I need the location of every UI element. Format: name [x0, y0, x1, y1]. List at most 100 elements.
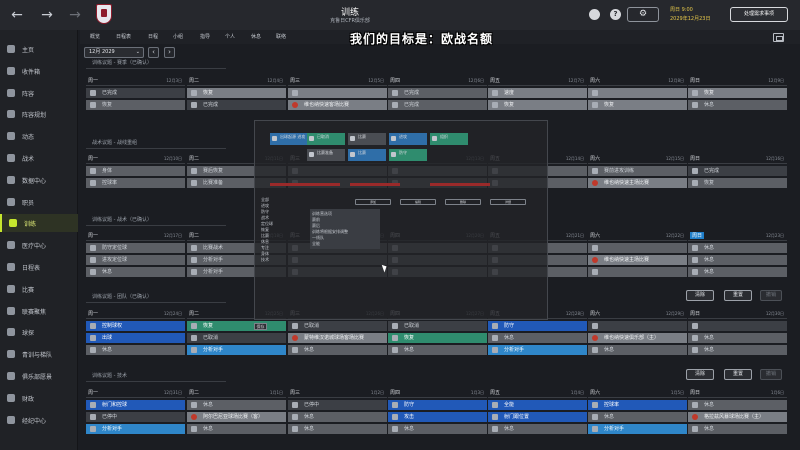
session-cell[interactable]: 已取消	[288, 321, 387, 331]
tab-item[interactable]: 休息	[251, 33, 261, 40]
session-cell[interactable]: 休息	[688, 345, 787, 355]
session-cell[interactable]: 控制球权	[86, 321, 185, 331]
overlay-session-cell[interactable]: 组织	[430, 133, 468, 145]
session-cell[interactable]	[588, 88, 687, 98]
forward-arrow-icon[interactable]: →	[38, 6, 56, 24]
overlay-session-cell[interactable]: 已取消	[307, 133, 345, 145]
tab-item[interactable]: 日程表	[116, 33, 131, 40]
overlay-button[interactable]: 删除	[445, 199, 481, 205]
session-cell[interactable]: 已停中	[86, 412, 185, 422]
group-action-button[interactable]: 撤销	[760, 290, 782, 301]
session-cell[interactable]: 恢复	[388, 333, 487, 343]
group-action-button[interactable]: 清除	[686, 290, 714, 301]
session-cell[interactable]: 格拉兹风暴球场比赛（主）	[688, 412, 787, 422]
session-cell[interactable]: 速度	[488, 88, 587, 98]
session-cell[interactable]: 阿尔巴尼亚球场比赛（客）	[187, 412, 286, 422]
tab-item[interactable]: 日程	[148, 33, 158, 40]
notification-icon[interactable]	[589, 9, 600, 20]
session-cell[interactable]: 已完成	[388, 88, 487, 98]
overlay-save-tag[interactable]: 保存	[254, 323, 267, 330]
sidebar-item[interactable]: 俱乐部愿景	[0, 367, 78, 385]
overlay-session-cell[interactable]: 进攻	[389, 133, 427, 145]
tab-item[interactable]: 概览	[90, 33, 100, 40]
sidebar-item[interactable]: 联赛聚焦	[0, 302, 78, 320]
overlay-button[interactable]: 添加	[355, 199, 391, 205]
session-cell[interactable]: 全能	[488, 400, 587, 410]
session-cell[interactable]: 分析对手	[488, 345, 587, 355]
session-cell[interactable]: 已完成	[187, 100, 286, 110]
overlay-button[interactable]: 编辑	[400, 199, 436, 205]
session-cell[interactable]: 维也纳快速主场比赛	[588, 178, 687, 188]
session-cell[interactable]: 休息	[488, 424, 587, 434]
session-cell[interactable]: 分析对手	[187, 345, 286, 355]
session-cell[interactable]: 休息	[488, 333, 587, 343]
session-cell[interactable]: 休息	[86, 345, 185, 355]
session-cell[interactable]: 射门和控球	[86, 400, 185, 410]
session-cell[interactable]	[288, 88, 387, 98]
session-cell[interactable]: 休息	[288, 424, 387, 434]
group-action-button[interactable]: 重置	[724, 369, 752, 380]
session-cell[interactable]	[588, 243, 687, 253]
session-cell[interactable]	[588, 267, 687, 277]
session-cell[interactable]: 休息	[187, 400, 286, 410]
sidebar-item[interactable]: 日程表	[0, 258, 78, 276]
session-cell[interactable]: 防守定位球	[86, 243, 185, 253]
overlay-session-cell[interactable]: 比赛准备	[307, 149, 345, 161]
session-cell[interactable]: 已取消	[187, 333, 286, 343]
sidebar-item[interactable]: 阵容规划	[0, 105, 78, 123]
session-cell[interactable]: 休息	[187, 424, 286, 434]
continue-button[interactable]: 处理需求事项	[730, 7, 788, 22]
layout-icon[interactable]	[773, 33, 784, 42]
session-cell[interactable]: 已完成	[388, 100, 487, 110]
sidebar-item[interactable]: 财政	[0, 389, 78, 407]
session-cell[interactable]: 已完成	[86, 88, 185, 98]
session-cell[interactable]: 已取消	[388, 321, 487, 331]
session-cell[interactable]: 休息	[288, 345, 387, 355]
session-cell[interactable]	[688, 321, 787, 331]
group-header[interactable]: 训练议题 - 技术	[86, 370, 226, 382]
group-action-button[interactable]: 重置	[724, 290, 752, 301]
session-cell[interactable]: 攻击	[388, 412, 487, 422]
session-cell[interactable]: 休息	[688, 255, 787, 265]
session-cell[interactable]: 射门跟位置	[488, 412, 587, 422]
sidebar-item[interactable]: 数据中心	[0, 171, 78, 189]
session-cell[interactable]: 已完成	[688, 166, 787, 176]
overlay-popup-item[interactable]: 全能	[312, 241, 378, 247]
overlay-button[interactable]: 详细	[490, 199, 526, 205]
club-crest-icon[interactable]	[96, 4, 112, 24]
session-cell[interactable]: 休息	[388, 424, 487, 434]
session-cell[interactable]: 恢复	[187, 88, 286, 98]
overlay-session-cell[interactable]: 防守	[389, 149, 427, 161]
session-cell[interactable]: 出球	[86, 333, 185, 343]
session-cell[interactable]: 防守	[488, 321, 587, 331]
session-cell[interactable]: 已停中	[288, 400, 387, 410]
session-cell[interactable]: 维也纳快速客场比赛	[288, 100, 387, 110]
session-cell[interactable]: 防守	[388, 400, 487, 410]
group-action-button[interactable]: 撤销	[760, 369, 782, 380]
session-cell[interactable]: 控球率	[588, 400, 687, 410]
session-cell[interactable]: 进攻定位球	[86, 255, 185, 265]
overlay-session-cell[interactable]: 出球起源 进攻	[270, 133, 308, 145]
sidebar-item[interactable]: 医疗中心	[0, 236, 78, 254]
session-cell[interactable]: 分析对手	[86, 424, 185, 434]
sidebar-item[interactable]: 职员	[0, 193, 78, 211]
session-cell[interactable]	[588, 321, 687, 331]
session-cell[interactable]: 恢复	[688, 88, 787, 98]
sidebar-item[interactable]: 青训与梯队	[0, 345, 78, 363]
session-cell[interactable]: 控球率	[86, 178, 185, 188]
session-cell[interactable]: 休息	[688, 400, 787, 410]
session-cell[interactable]: 休息	[688, 100, 787, 110]
session-cell[interactable]: 赛前进攻训练	[588, 166, 687, 176]
group-action-button[interactable]: 清除	[686, 369, 714, 380]
session-cell[interactable]: 休息	[388, 345, 487, 355]
back-arrow-icon[interactable]: ←	[8, 6, 26, 24]
sidebar-item[interactable]: 阵容	[0, 84, 78, 102]
session-cell[interactable]: 恢复	[488, 100, 587, 110]
sidebar-item[interactable]: 主页	[0, 40, 78, 58]
help-icon[interactable]: ?	[610, 9, 621, 20]
group-header[interactable]: 训练议题 - 战术（已确认）	[86, 214, 226, 226]
sidebar-item[interactable]: 收件箱	[0, 62, 78, 80]
tab-item[interactable]: 小组	[173, 33, 183, 40]
session-cell[interactable]: 休息	[86, 267, 185, 277]
sidebar-item[interactable]: 训练	[0, 214, 78, 233]
